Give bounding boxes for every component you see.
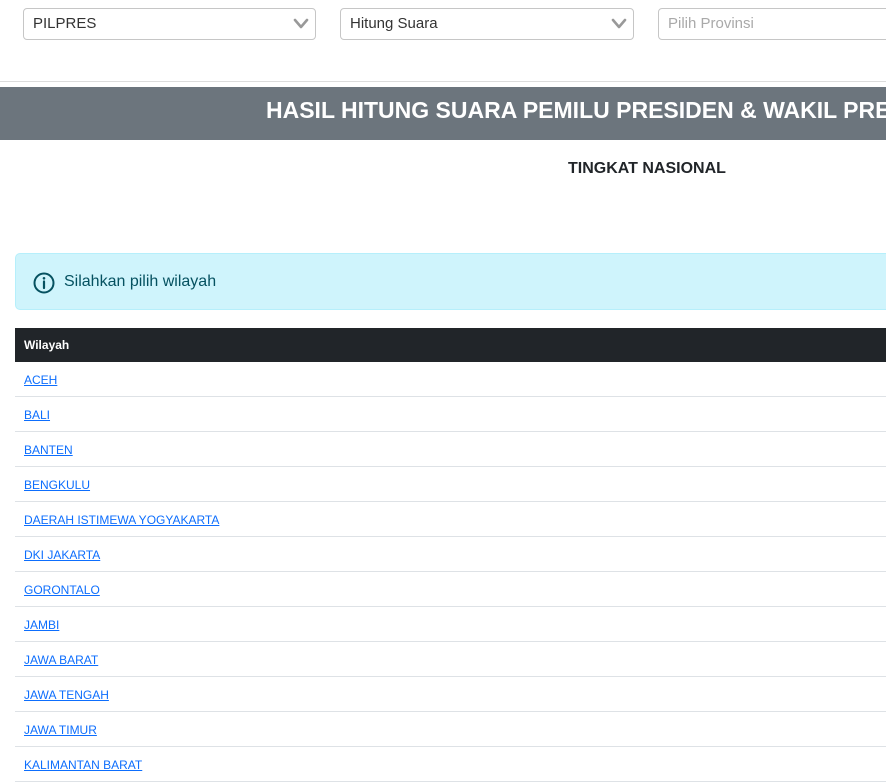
table-row: BALI [15, 397, 886, 432]
page-title: HASIL HITUNG SUARA PEMILU PRESIDEN & WAK… [266, 97, 886, 123]
page-title-bar: HASIL HITUNG SUARA PEMILU PRESIDEN & WAK… [0, 87, 886, 140]
region-link[interactable]: JAWA TENGAH [24, 688, 109, 702]
table-row: JAMBI [15, 607, 886, 642]
region-link[interactable]: ACEH [24, 373, 57, 387]
region-link[interactable]: BANTEN [24, 443, 73, 457]
province-select[interactable]: Pilih Provinsi [658, 8, 886, 40]
province-placeholder: Pilih Provinsi [668, 15, 754, 32]
table-row: DAERAH ISTIMEWA YOGYAKARTA [15, 502, 886, 537]
region-link[interactable]: BENGKULU [24, 478, 90, 492]
table-row: KALIMANTAN BARAT [15, 747, 886, 782]
level-heading: TINGKAT NASIONAL [568, 160, 726, 177]
table-row: GORONTALO [15, 572, 886, 607]
info-alert: Silahkan pilih wilayah [15, 253, 886, 310]
region-link[interactable]: DAERAH ISTIMEWA YOGYAKARTA [24, 513, 219, 527]
table-row: JAWA TENGAH [15, 677, 886, 712]
region-table: Wilayah ACEH BALI BANTEN BENGKULU DAERAH… [15, 328, 886, 782]
chevron-down-icon [611, 18, 627, 29]
view-type-select[interactable]: Hitung Suara [340, 8, 634, 40]
info-icon [33, 272, 55, 294]
region-link[interactable]: GORONTALO [24, 583, 100, 597]
table-row: JAWA TIMUR [15, 712, 886, 747]
chevron-down-icon [293, 18, 309, 29]
region-link[interactable]: JAWA TIMUR [24, 723, 97, 737]
alert-message: Silahkan pilih wilayah [64, 273, 217, 290]
table-row: JAWA BARAT [15, 642, 886, 677]
election-type-value: PILPRES [33, 15, 97, 32]
table-row: DKI JAKARTA [15, 537, 886, 572]
region-link[interactable]: KALIMANTAN BARAT [24, 758, 142, 772]
table-row: BENGKULU [15, 467, 886, 502]
table-row: ACEH [15, 362, 886, 397]
region-link[interactable]: JAWA BARAT [24, 653, 98, 667]
election-type-select[interactable]: PILPRES [23, 8, 316, 40]
table-row: BANTEN [15, 432, 886, 467]
region-link[interactable]: JAMBI [24, 618, 59, 632]
column-header-wilayah: Wilayah [15, 328, 886, 362]
region-link[interactable]: BALI [24, 408, 50, 422]
filter-bar: PILPRES Hitung Suara Pilih Provinsi [0, 0, 886, 82]
view-type-value: Hitung Suara [350, 15, 438, 32]
region-link[interactable]: DKI JAKARTA [24, 548, 100, 562]
